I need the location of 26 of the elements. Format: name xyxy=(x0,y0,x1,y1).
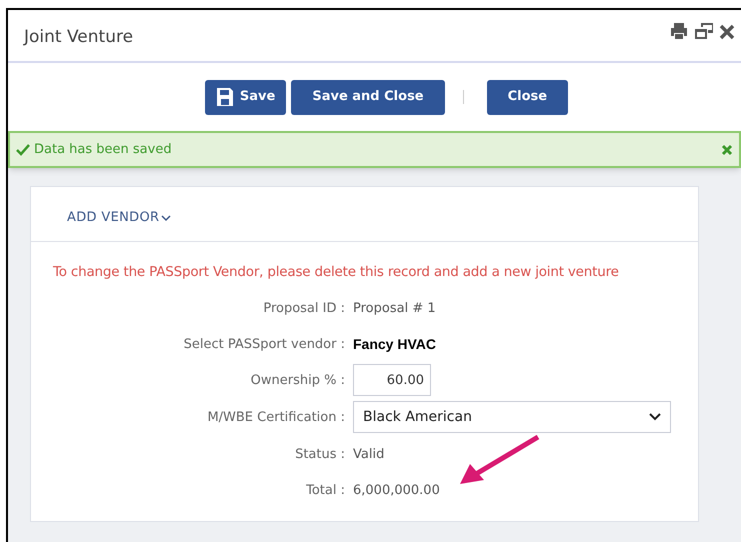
add-vendor-menu[interactable]: ADD VENDOR xyxy=(67,208,172,228)
save-button[interactable]: Save xyxy=(204,80,286,114)
check-icon xyxy=(16,144,30,156)
certification-select[interactable]: Black American xyxy=(353,401,671,434)
chevron-down-icon xyxy=(649,413,661,422)
close-icon[interactable] xyxy=(719,22,735,40)
save-and-close-button[interactable]: Save and Close xyxy=(291,80,445,114)
close-icon[interactable] xyxy=(721,144,733,156)
field-value: Proposal # 1 xyxy=(353,300,436,318)
restore-window-icon[interactable] xyxy=(694,22,714,40)
field-label: Ownership % : xyxy=(250,372,346,390)
print-icon[interactable] xyxy=(669,22,689,40)
chevron-down-icon xyxy=(161,214,172,222)
field-label: M/WBE Certification : xyxy=(206,408,346,426)
field-label: Total : xyxy=(305,482,346,500)
field-value: 6,000,000.00 xyxy=(353,482,440,500)
field-value: Valid xyxy=(353,446,384,464)
ownership-input[interactable]: 60.00 xyxy=(353,364,431,396)
alert-message: Data has been saved xyxy=(34,140,172,159)
field-label: Proposal ID : xyxy=(262,300,346,318)
warning-message: To change the PASSport Vendor, please delete this record and add a new joint venture xyxy=(53,263,620,282)
close-button[interactable]: Close xyxy=(486,80,568,114)
field-label: Status : xyxy=(294,446,346,464)
field-value: Fancy HVAC xyxy=(353,334,436,354)
window-title: Joint Venture xyxy=(24,26,134,49)
field-label: Select PASSport vendor : xyxy=(182,336,346,354)
